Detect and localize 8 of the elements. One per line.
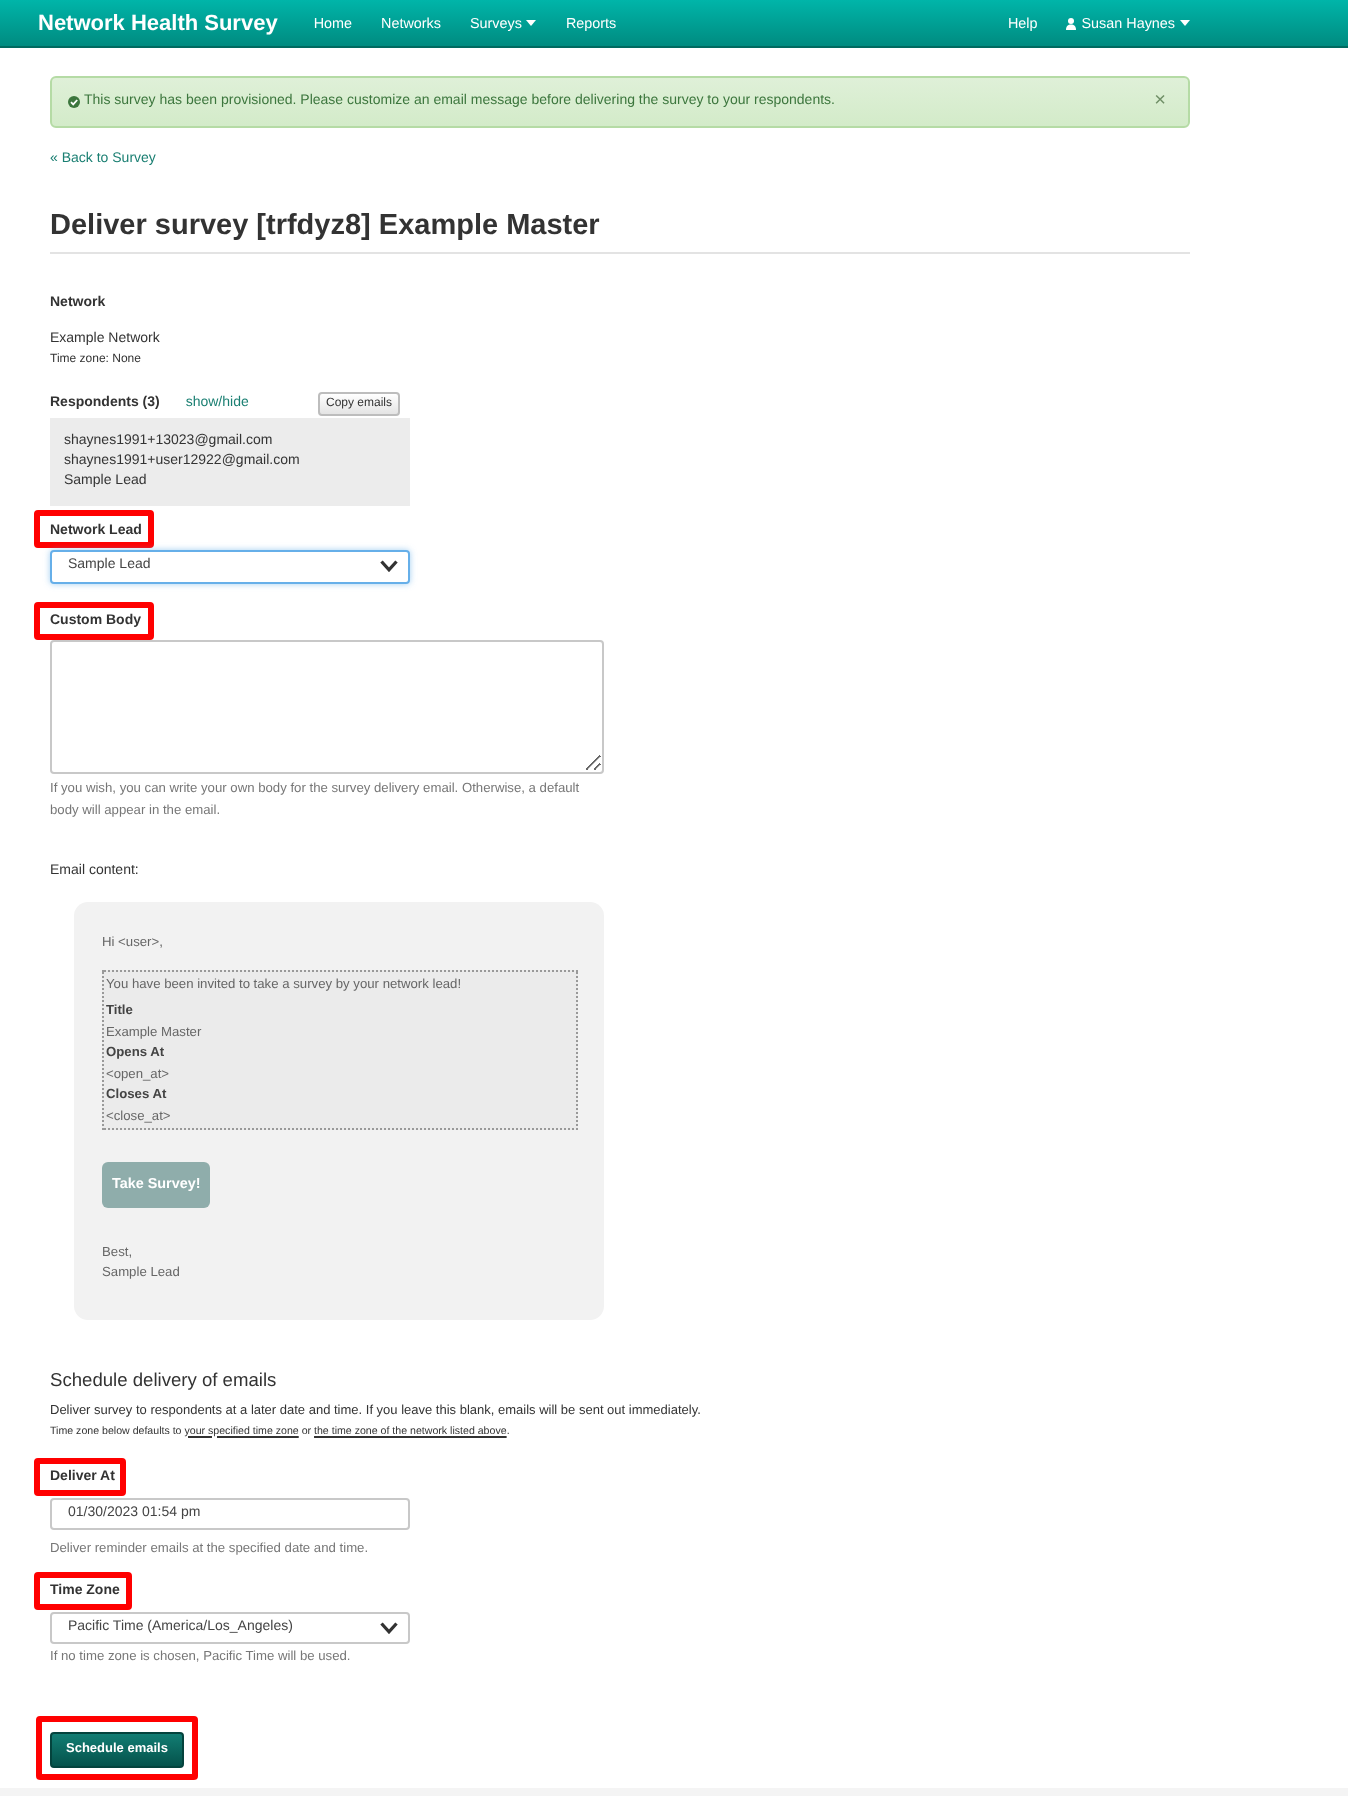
chevron-down-icon bbox=[380, 560, 398, 573]
page-title: Deliver survey [trfdyz8] Example Master bbox=[50, 210, 602, 244]
close-button[interactable]: × bbox=[1150, 92, 1170, 112]
brand-link[interactable]: Network Health Survey bbox=[38, 9, 278, 37]
check-circle-icon bbox=[68, 96, 80, 108]
chevron-down-icon bbox=[380, 1621, 398, 1634]
custom-body-field[interactable] bbox=[50, 639, 604, 773]
section-heading: Schedule delivery of emails bbox=[50, 1367, 279, 1391]
